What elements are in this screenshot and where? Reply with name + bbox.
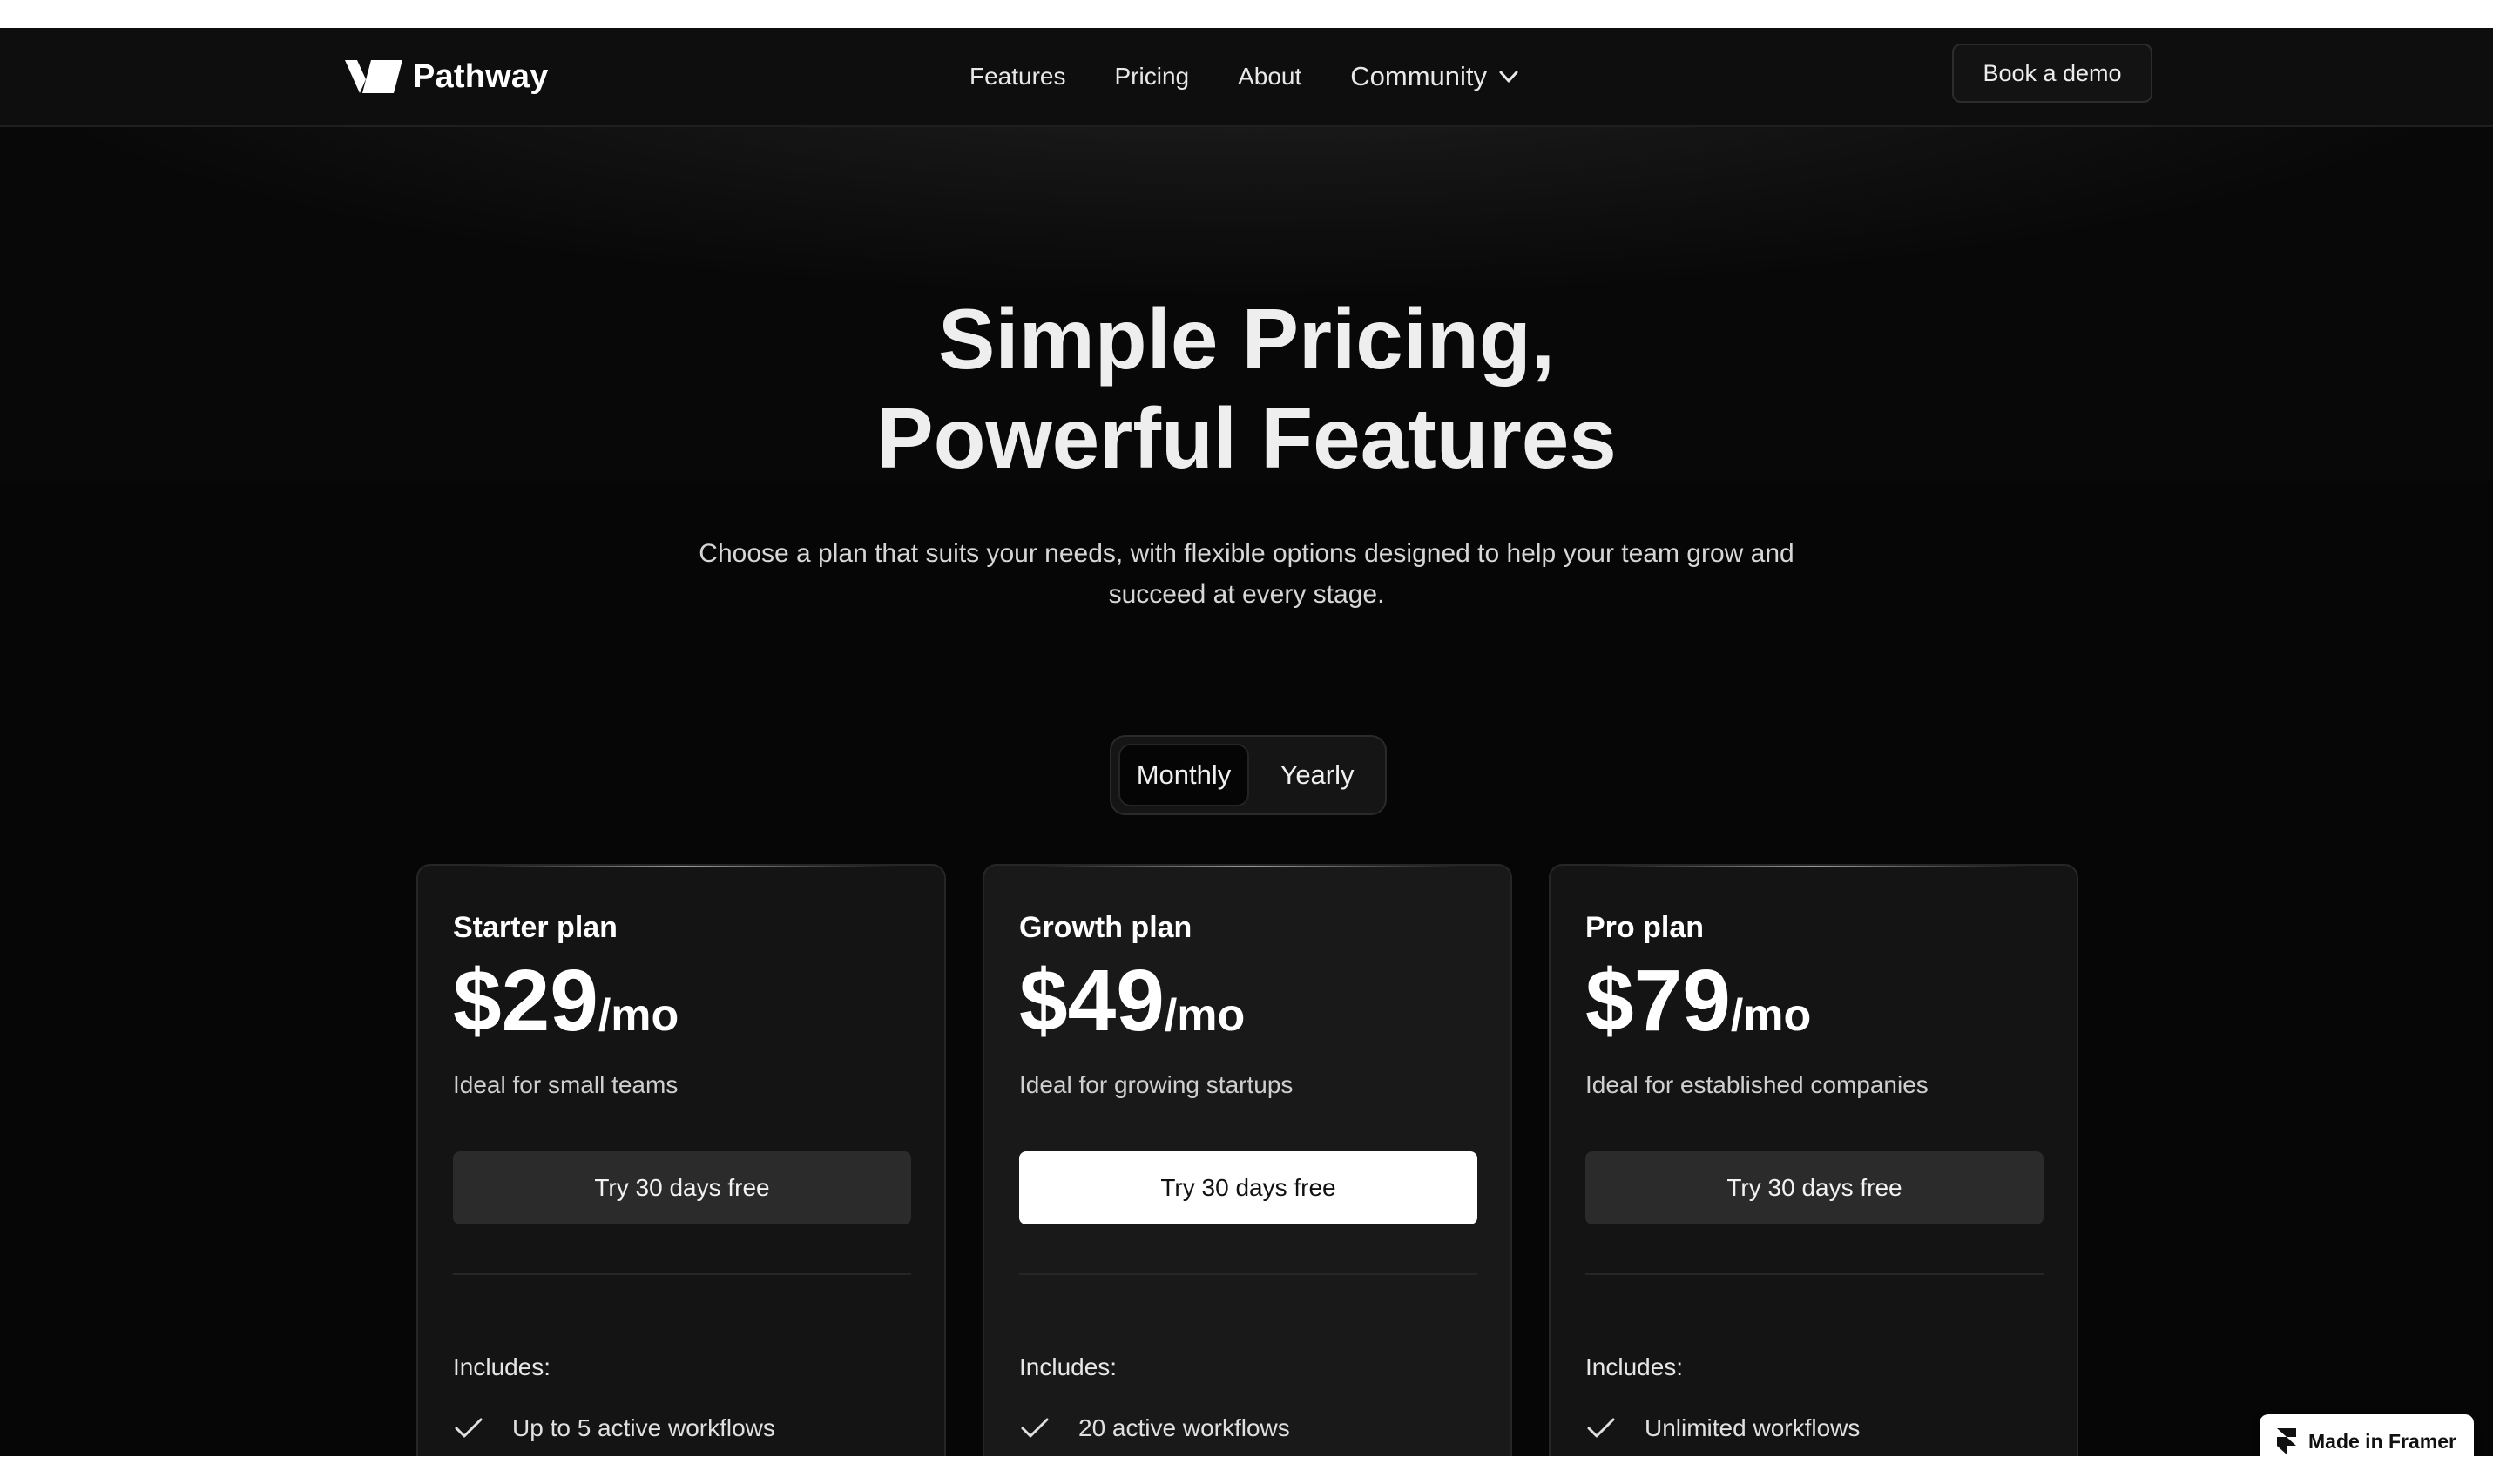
includes-label: Includes: [1019, 1353, 1118, 1380]
plan-price: $49 /mo [1019, 953, 1245, 1049]
try-free-button[interactable]: Try 30 days free [1019, 1151, 1477, 1224]
card-divider [453, 1273, 911, 1275]
feature-text: Unlimited workflows [1645, 1414, 1861, 1441]
feature-item: 20 active workflows [1019, 1413, 1290, 1444]
hero-title: Simple Pricing, Powerful Features [0, 289, 2493, 488]
price-amount: $49 [1019, 952, 1165, 1049]
plan-description: Ideal for small teams [453, 1071, 679, 1098]
plan-card-growth: Growth plan $49 /mo Ideal for growing st… [983, 864, 1512, 1456]
brand-logo[interactable]: Pathway [345, 54, 549, 99]
card-divider [1585, 1273, 2044, 1275]
framer-badge-label: Made in Framer [2308, 1429, 2456, 1453]
chevron-down-icon[interactable] [1496, 64, 1522, 90]
try-free-button[interactable]: Try 30 days free [453, 1151, 911, 1224]
top-navigation: Pathway Features Pricing About Community… [0, 28, 2493, 127]
plan-description: Ideal for established companies [1585, 1071, 1929, 1098]
nav-link-about[interactable]: About [1238, 63, 1301, 91]
try-free-button[interactable]: Try 30 days free [1585, 1151, 2044, 1224]
plan-name: Starter plan [453, 911, 618, 944]
plan-description: Ideal for growing startups [1019, 1071, 1294, 1098]
price-amount: $79 [1585, 952, 1731, 1049]
price-amount: $29 [453, 952, 598, 1049]
plan-price: $79 /mo [1585, 953, 1811, 1049]
nav-link-features[interactable]: Features [970, 63, 1066, 91]
plan-card-pro: Pro plan $79 /mo Ideal for established c… [1549, 864, 2078, 1456]
price-period: /mo [598, 990, 679, 1041]
plan-card-starter: Starter plan $29 /mo Ideal for small tea… [416, 864, 946, 1456]
made-in-framer-badge[interactable]: Made in Framer [2260, 1414, 2474, 1456]
billing-toggle: Monthly Yearly [1110, 735, 1387, 815]
framer-icon [2277, 1428, 2296, 1454]
pathway-logo-icon [345, 60, 402, 93]
brand-name: Pathway [413, 57, 549, 95]
hero-title-line-2: Powerful Features [876, 390, 1617, 486]
plan-name: Growth plan [1019, 911, 1192, 944]
nav-link-pricing[interactable]: Pricing [1115, 63, 1190, 91]
feature-item: Unlimited workflows [1585, 1413, 1860, 1444]
nav-link-community[interactable]: Community [1350, 61, 1487, 92]
hero-subtitle: Choose a plan that suits your needs, wit… [699, 539, 1794, 609]
feature-text: Up to 5 active workflows [512, 1414, 775, 1441]
card-divider [1019, 1273, 1477, 1275]
page: Pathway Features Pricing About Community… [0, 28, 2493, 1456]
hero-title-line-1: Simple Pricing, [938, 291, 1555, 387]
toggle-yearly[interactable]: Yearly [1256, 744, 1378, 806]
feature-text: 20 active workflows [1078, 1414, 1290, 1441]
nav-links: Features Pricing About Community [970, 54, 1522, 99]
includes-label: Includes: [1585, 1353, 1684, 1380]
plan-name: Pro plan [1585, 911, 1705, 944]
check-icon [1587, 1418, 1615, 1438]
price-period: /mo [1730, 990, 1812, 1041]
check-icon [1021, 1418, 1049, 1438]
book-demo-button[interactable]: Book a demo [1952, 44, 2152, 103]
plan-price: $29 /mo [453, 953, 679, 1049]
toggle-monthly[interactable]: Monthly [1118, 744, 1249, 806]
price-period: /mo [1164, 990, 1246, 1041]
includes-label: Includes: [453, 1353, 551, 1380]
feature-item: Up to 5 active workflows [453, 1413, 775, 1444]
check-icon [455, 1418, 483, 1438]
